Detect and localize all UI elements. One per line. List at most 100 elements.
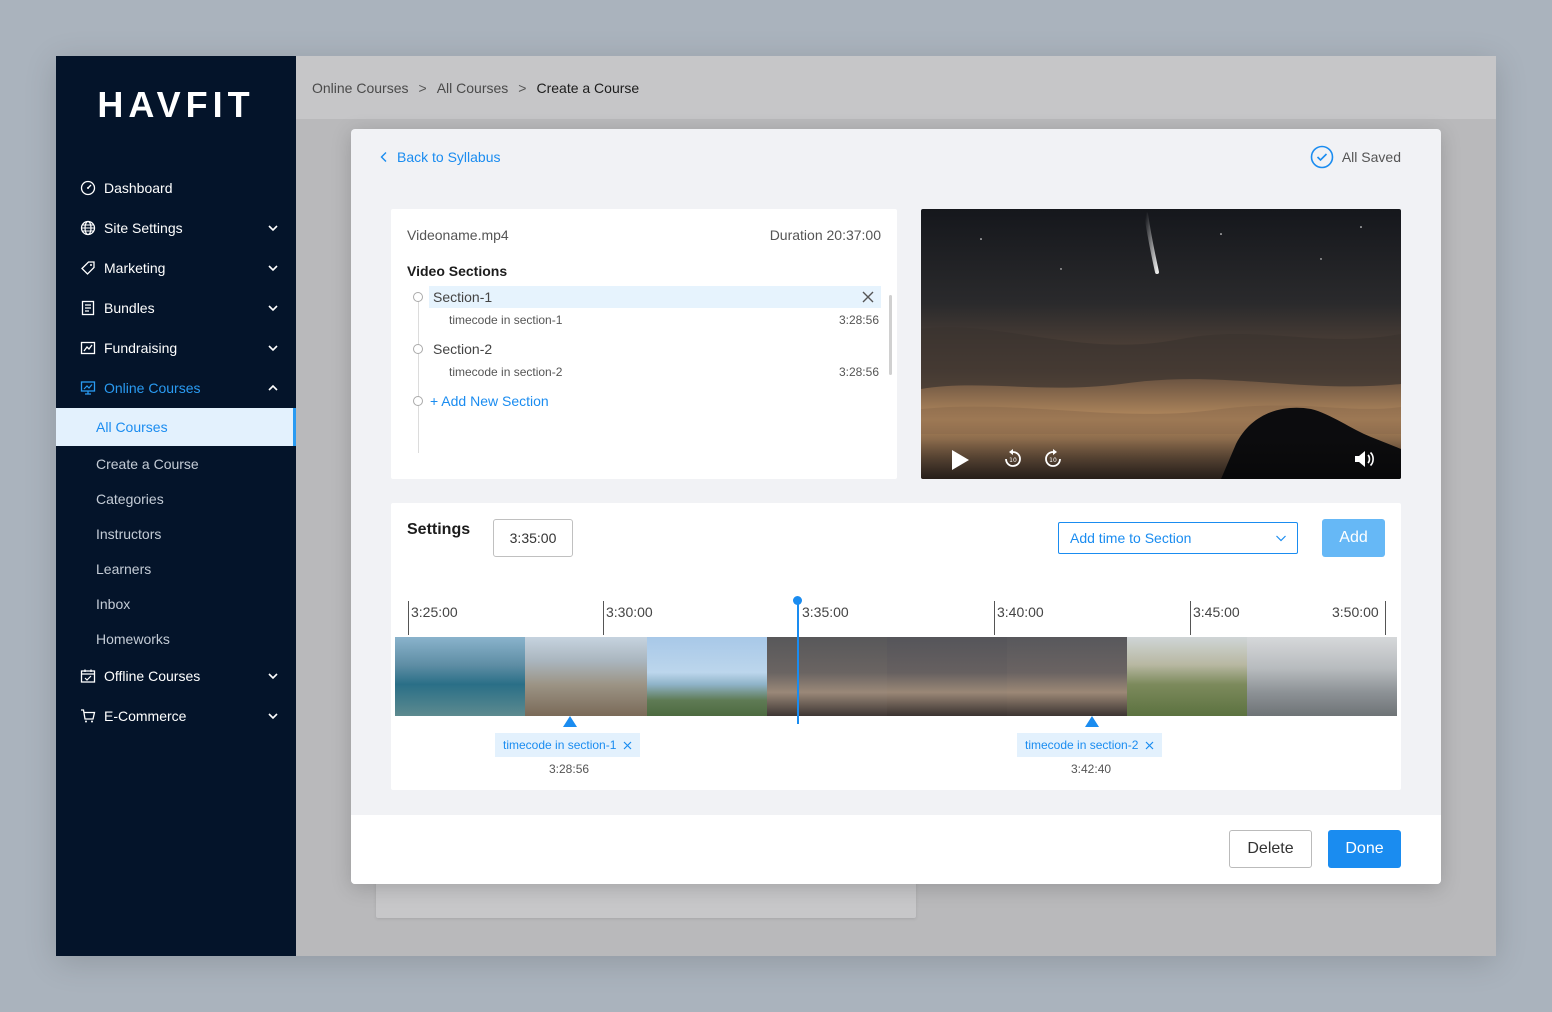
timeline-thumbnail [1007,637,1127,716]
section-bullet [413,292,423,302]
ruler-tick [603,601,604,635]
timecode-value: 3:28:56 [838,313,879,327]
chevron-down-icon [268,713,278,720]
done-button[interactable]: Done [1328,830,1401,868]
section-item-1[interactable]: Section-1 [429,286,881,308]
add-new-section-button[interactable]: + Add New Section [430,393,549,409]
presentation-icon [80,380,96,396]
sidebar-item-label: Site Settings [104,220,183,236]
sidebar-subitem-learners[interactable]: Learners [56,551,296,586]
ruler-tick [408,601,409,635]
sidebar-subitem-inbox[interactable]: Inbox [56,586,296,621]
check-circle-icon [1310,145,1334,169]
video-player[interactable]: 10 10 [921,209,1401,479]
sidebar-item-label: Fundraising [104,340,178,356]
ruler-tick [994,601,995,635]
sidebar-subitem-instructors[interactable]: Instructors [56,516,296,551]
rewind-10-icon[interactable]: 10 [1003,449,1023,469]
sidebar-subitem-homeworks[interactable]: Homeworks [56,621,296,656]
volume-icon[interactable] [1354,449,1376,469]
close-icon[interactable] [861,290,875,304]
breadcrumb-online-courses[interactable]: Online Courses [312,80,409,96]
svg-text:10: 10 [1049,457,1057,464]
timeline-playhead-handle[interactable] [793,596,802,605]
timeline-thumbnail [887,637,1007,716]
tag-icon [80,260,96,276]
sidebar-item-site-settings[interactable]: Site Settings [56,208,296,248]
sidebar-item-e-commerce[interactable]: E-Commerce [56,696,296,736]
sidebar-item-label: Offline Courses [104,668,201,684]
video-file-card: Videoname.mp4 Duration 20:37:00 Video Se… [391,209,897,479]
sections-scrollbar[interactable] [889,295,892,375]
timecode-tag-label: timecode in section-2 [1025,738,1139,752]
timeline-marker-2[interactable] [1085,716,1099,727]
sidebar-item-marketing[interactable]: Marketing [56,248,296,288]
timeline-thumbnail [395,637,525,716]
sidebar-item-offline-courses[interactable]: Offline Courses [56,656,296,696]
ruler-label: 3:50:00 [1332,604,1379,620]
chevron-left-icon [380,152,387,162]
ruler-label: 3:40:00 [997,604,1044,620]
back-to-syllabus-link[interactable]: Back to Syllabus [379,149,501,165]
timeline-thumbnail [525,637,647,716]
chevron-down-icon [268,265,278,272]
timeline-thumbnail [1247,637,1397,716]
timecode-tag-1[interactable]: timecode in section-1 [495,733,641,757]
timeline-thumbnail [1127,637,1247,716]
chevron-down-icon [1276,535,1286,542]
sidebar-item-fundraising[interactable]: Fundraising [56,328,296,368]
timeline-playhead[interactable] [797,600,799,724]
timecode-tag-2[interactable]: timecode in section-2 [1017,733,1163,757]
sidebar-item-label: Marketing [104,260,166,276]
chevron-down-icon [268,673,278,680]
add-button[interactable]: Add [1322,519,1385,557]
timecode-value: 3:28:56 [838,365,879,379]
ruler-label: 3:45:00 [1193,604,1240,620]
save-status: All Saved [1310,145,1401,169]
breadcrumb-separator: > [518,79,527,96]
sidebar-item-dashboard[interactable]: Dashboard [56,168,296,208]
sidebar-subitem-categories[interactable]: Categories [56,481,296,516]
ruler-tick [1190,601,1191,635]
timeline-thumbnail [647,637,767,716]
ruler-tick [1385,601,1386,635]
sidebar-item-bundles[interactable]: Bundles [56,288,296,328]
app-window: HAVFIT Dashboard Site Settings Marketing… [56,56,1496,956]
file-duration: Duration 20:37:00 [769,227,881,243]
file-name: Videoname.mp4 [407,227,509,243]
sidebar: HAVFIT Dashboard Site Settings Marketing… [56,56,296,956]
timeline-thumbnails[interactable] [395,637,1397,716]
section-name: Section-2 [433,341,493,357]
globe-icon [80,220,96,236]
play-icon[interactable] [950,449,970,471]
current-time-input[interactable]: 3:35:00 [493,519,573,557]
sidebar-subitem-create-course[interactable]: Create a Course [56,446,296,481]
video-sections-title: Video Sections [407,263,508,279]
logo: HAVFIT [97,84,255,125]
save-status-label: All Saved [1341,149,1401,165]
chevron-up-icon [268,384,278,391]
bundles-icon [80,300,96,316]
sidebar-item-online-courses[interactable]: Online Courses [56,368,296,408]
close-icon[interactable] [1145,741,1154,750]
chevron-down-icon [268,225,278,232]
delete-button[interactable]: Delete [1229,830,1312,868]
chevron-down-icon [268,345,278,352]
forward-10-icon[interactable]: 10 [1043,449,1063,469]
sidebar-item-label: E-Commerce [104,708,187,724]
add-time-to-section-select[interactable]: Add time to Section [1058,522,1298,554]
section-bullet [413,344,423,354]
section-timecode-row[interactable]: timecode in section-1 3:28:56 [449,313,879,327]
close-icon[interactable] [623,741,632,750]
timeline-thumbnail [767,637,887,716]
svg-text:10: 10 [1009,457,1017,464]
section-item-2[interactable]: Section-2 [429,338,881,360]
sidebar-item-label: Dashboard [104,180,173,196]
timecode-tag-time: 3:28:56 [549,762,590,776]
modal-footer: Delete Done [351,815,1441,884]
breadcrumb-all-courses[interactable]: All Courses [437,80,509,96]
section-timecode-row[interactable]: timecode in section-2 3:28:56 [449,365,879,379]
timeline-marker-1[interactable] [563,716,577,727]
ruler-label: 3:35:00 [802,604,849,620]
sidebar-subitem-all-courses[interactable]: All Courses [56,408,296,446]
